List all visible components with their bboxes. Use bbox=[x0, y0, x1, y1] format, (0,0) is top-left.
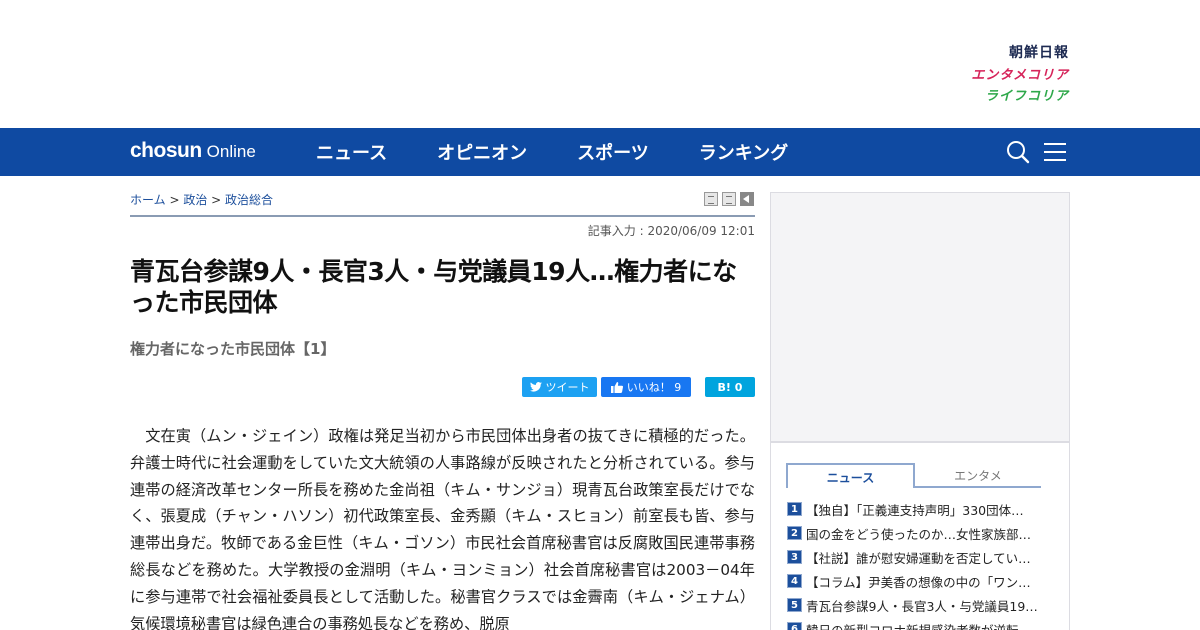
breadcrumb: ホーム > 政治 > 政治総合 bbox=[130, 191, 273, 208]
rank-number: 1 bbox=[787, 502, 802, 516]
list-item[interactable]: 3 【社説】誰が慰安婦運動を否定してい… bbox=[787, 545, 1047, 569]
rank-title: 国の金をどう使ったのか…女性家族部… bbox=[806, 526, 1032, 542]
breadcrumb-politics-general[interactable]: 政治総合 bbox=[225, 193, 273, 207]
tweet-button[interactable]: ツイート bbox=[522, 377, 597, 397]
breadcrumb-separator: > bbox=[165, 193, 184, 207]
divider bbox=[130, 215, 755, 217]
nav-item-ranking[interactable]: ランキング bbox=[699, 139, 788, 165]
breadcrumb-separator: > bbox=[207, 193, 226, 207]
entame-korea-link[interactable]: エンタメコリア bbox=[971, 69, 1069, 82]
rank-title: 【コラム】尹美香の想像の中の「ワン… bbox=[806, 574, 1031, 590]
rank-title: 【独自】「正義連支持声明」330団体… bbox=[806, 502, 1024, 518]
list-item[interactable]: 1 【独自】「正義連支持声明」330団体… bbox=[787, 497, 1047, 521]
nav-item-sports[interactable]: スポーツ bbox=[577, 139, 649, 165]
font-size-icon[interactable] bbox=[722, 192, 736, 206]
tab-news[interactable]: ニュース bbox=[786, 463, 915, 488]
hamburger-menu-icon[interactable] bbox=[1044, 142, 1066, 166]
rank-number: 5 bbox=[787, 598, 802, 612]
rank-number: 6 bbox=[787, 622, 802, 630]
nav-item-opinion[interactable]: オピニオン bbox=[437, 139, 527, 165]
breadcrumb-politics[interactable]: 政治 bbox=[183, 193, 207, 207]
list-item[interactable]: 6 韓日の新型コロナ新規感染者数が逆転… bbox=[787, 617, 1047, 630]
list-item[interactable]: 4 【コラム】尹美香の想像の中の「ワン… bbox=[787, 569, 1047, 593]
brand-links: 朝鮮日報 エンタメコリア ライフコリア bbox=[971, 46, 1069, 103]
like-button[interactable]: いいね！ 9 bbox=[601, 377, 691, 397]
back-icon[interactable] bbox=[740, 192, 754, 206]
list-item[interactable]: 2 国の金をどう使ったのか…女性家族部… bbox=[787, 521, 1047, 545]
hatena-label: B! 0 bbox=[717, 380, 743, 394]
chosun-ilbo-link[interactable]: 朝鮮日報 bbox=[971, 46, 1069, 60]
list-item[interactable]: 5 青瓦台参謀9人・長官3人・与党議員19… bbox=[787, 593, 1047, 617]
twitter-bird-icon bbox=[529, 382, 542, 392]
search-icon[interactable] bbox=[1006, 140, 1030, 168]
top-header: 朝鮮日報 エンタメコリア ライフコリア bbox=[0, 0, 1200, 128]
article-tools bbox=[704, 192, 754, 206]
life-korea-link[interactable]: ライフコリア bbox=[971, 90, 1069, 103]
print-icon[interactable] bbox=[704, 192, 718, 206]
nav-item-news[interactable]: ニュース bbox=[316, 139, 387, 165]
tweet-label: ツイート bbox=[545, 381, 590, 394]
thumbs-up-icon bbox=[610, 381, 623, 393]
rank-number: 2 bbox=[787, 526, 802, 540]
breadcrumb-home[interactable]: ホーム bbox=[130, 193, 166, 207]
hatena-bookmark-button[interactable]: B! 0 bbox=[705, 377, 755, 397]
ad-slot bbox=[770, 192, 1070, 442]
rank-number: 4 bbox=[787, 574, 802, 588]
rank-title: 【社説】誰が慰安婦運動を否定してい… bbox=[806, 550, 1031, 566]
rank-number: 3 bbox=[787, 550, 802, 564]
article-date: 記事入力 : 2020/06/09 12:01 bbox=[587, 224, 755, 238]
rank-title: 韓日の新型コロナ新規感染者数が逆転… bbox=[806, 622, 1032, 630]
ranking-list: 1 【独自】「正義連支持声明」330団体… 2 国の金をどう使ったのか…女性家族部…… bbox=[787, 497, 1047, 630]
article-headline: 青瓦台参謀9人・長官3人・与党議員19人…権力者になった市民団体 bbox=[130, 257, 737, 317]
logo-light-text: Online bbox=[206, 142, 256, 161]
like-label: いいね！ 9 bbox=[626, 381, 682, 394]
logo-bold-text: chosun bbox=[130, 139, 202, 162]
rank-title: 青瓦台参謀9人・長官3人・与党議員19… bbox=[806, 598, 1038, 614]
nav-menu: ニュース オピニオン スポーツ ランキング bbox=[316, 128, 838, 176]
tab-entame[interactable]: エンタメ bbox=[915, 467, 1041, 488]
site-logo[interactable]: chosun Online bbox=[130, 140, 256, 163]
article-body: 文在寅（ムン・ジェイン）政権は発足当初から市民団体出身者の抜てきに積極的だった。… bbox=[130, 427, 755, 630]
article-subhead: 権力者になった市民団体【1】 bbox=[130, 340, 336, 358]
ranking-tabs: ニュース エンタメ bbox=[786, 463, 1041, 488]
